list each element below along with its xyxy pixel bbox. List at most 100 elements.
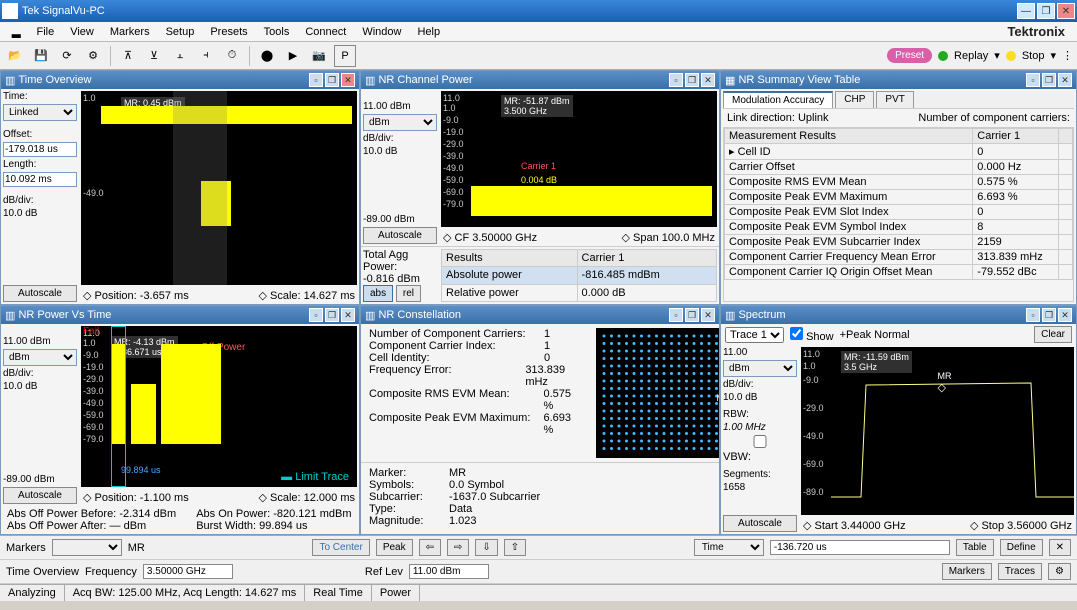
panel-close-icon[interactable]: ✕ <box>701 308 715 322</box>
time-select[interactable]: Linked <box>3 104 77 121</box>
table-row[interactable]: Composite RMS EVM Mean0.575 % <box>725 175 1073 190</box>
table-row[interactable]: ▸ Cell ID0 <box>725 144 1073 160</box>
reflev-input[interactable] <box>409 564 489 579</box>
tool-record-icon[interactable]: ⬤ <box>256 45 278 67</box>
menu-setup[interactable]: Setup <box>160 24 201 40</box>
frequency-input[interactable] <box>143 564 233 579</box>
panel-maximize-icon[interactable]: ❐ <box>325 308 339 322</box>
tab-chp[interactable]: CHP <box>835 91 874 108</box>
table-row[interactable]: Composite Peak EVM Maximum6.693 % <box>725 190 1073 205</box>
domain-select[interactable]: Time <box>694 539 764 556</box>
tool-play-icon[interactable]: ▶ <box>282 45 304 67</box>
open-icon[interactable]: 📂 <box>4 45 26 67</box>
refresh-icon[interactable]: ⟳ <box>56 45 78 67</box>
tool-trigger-icon[interactable]: ⏱ <box>221 45 243 67</box>
trace-select[interactable]: Trace 1 <box>725 327 784 343</box>
panel-close-icon[interactable]: ✕ <box>701 73 715 87</box>
panel-settings-icon[interactable]: ▫ <box>1026 73 1040 87</box>
table-row[interactable]: Composite Peak EVM Slot Index0 <box>725 205 1073 220</box>
y-top: 11.00 dBm <box>363 101 437 112</box>
save-icon[interactable]: 💾 <box>30 45 52 67</box>
autoscale-button[interactable]: Autoscale <box>3 487 77 504</box>
peak-up-button[interactable]: ⇧ <box>504 539 526 556</box>
close-bar-button[interactable]: ✕ <box>1049 539 1071 556</box>
menu-connect[interactable]: Connect <box>299 24 352 40</box>
peak-right-button[interactable]: ⇨ <box>447 539 469 556</box>
tool-span-icon[interactable]: ⫞ <box>195 45 217 67</box>
autoscale-button[interactable]: Autoscale <box>363 227 437 244</box>
panel-settings-icon[interactable]: ▫ <box>669 308 683 322</box>
panel-settings-icon[interactable]: ▫ <box>309 73 323 87</box>
stop-label[interactable]: Stop <box>1022 50 1045 62</box>
traces-button[interactable]: Traces <box>998 563 1042 580</box>
more-icon[interactable]: ⋮ <box>1062 49 1073 62</box>
panel-close-icon[interactable]: ✕ <box>1058 308 1072 322</box>
length-input[interactable] <box>3 172 77 187</box>
panel-maximize-icon[interactable]: ❐ <box>325 73 339 87</box>
table-row[interactable]: Composite Peak EVM Subcarrier Index2159 <box>725 235 1073 250</box>
marker-time-input[interactable] <box>770 540 950 555</box>
menu-file[interactable]: File <box>30 24 60 40</box>
unit-select[interactable]: dBm <box>363 114 437 131</box>
peak-left-button[interactable]: ⇦ <box>419 539 441 556</box>
markers-select[interactable] <box>52 539 122 556</box>
markers-button[interactable]: Markers <box>942 563 992 580</box>
menu-view[interactable]: View <box>64 24 100 40</box>
define-button[interactable]: Define <box>1000 539 1043 556</box>
panel-maximize-icon[interactable]: ❐ <box>685 73 699 87</box>
menu-presets[interactable]: Presets <box>204 24 253 40</box>
constellation-plot[interactable]: MR ▶ <box>596 328 719 458</box>
menu-markers[interactable]: Markers <box>104 24 156 40</box>
tool-amp-icon[interactable]: ⫠ <box>169 45 191 67</box>
spectrum-plot[interactable]: 11.0 1.0 -9.0 -29.0 -49.0 -69.0 -89.0 MR… <box>801 347 1074 515</box>
rel-button[interactable]: rel <box>396 285 421 302</box>
offset-input[interactable] <box>3 142 77 157</box>
panel-close-icon[interactable]: ✕ <box>341 73 355 87</box>
tool-marker-icon[interactable]: ⊼ <box>117 45 139 67</box>
panel-maximize-icon[interactable]: ❐ <box>685 308 699 322</box>
panel-close-icon[interactable]: ✕ <box>341 308 355 322</box>
autoscale-button[interactable]: Autoscale <box>3 285 77 302</box>
table-button[interactable]: Table <box>956 539 994 556</box>
table-row[interactable]: Component Carrier Frequency Mean Error31… <box>725 250 1073 265</box>
minimize-button[interactable]: — <box>1017 3 1035 19</box>
settings-gear-button[interactable]: ⚙ <box>1048 563 1071 580</box>
menu-tools[interactable]: Tools <box>258 24 296 40</box>
peak-button[interactable]: Peak <box>376 539 413 556</box>
show-checkbox[interactable] <box>790 327 803 340</box>
table-row[interactable]: Component Carrier IQ Origin Offset Mean-… <box>725 265 1073 280</box>
clear-button[interactable]: Clear <box>1034 326 1072 343</box>
tool-camera-icon[interactable]: 📷 <box>308 45 330 67</box>
chp-plot[interactable]: 11.0 1.0 -9.0 -19.0 -29.0 -39.0 -49.0 -5… <box>441 91 717 227</box>
panel-settings-icon[interactable]: ▫ <box>1026 308 1040 322</box>
menu-window[interactable]: Window <box>356 24 407 40</box>
vbw-checkbox[interactable] <box>723 435 797 448</box>
table-row[interactable]: Composite Peak EVM Symbol Index8 <box>725 220 1073 235</box>
tool-preset-icon[interactable]: P <box>334 45 356 67</box>
panel-settings-icon[interactable]: ▫ <box>309 308 323 322</box>
abs-button[interactable]: abs <box>363 285 393 302</box>
unit-select[interactable]: dBm <box>3 349 77 366</box>
preset-button[interactable]: Preset <box>887 48 932 63</box>
panel-maximize-icon[interactable]: ❐ <box>1042 308 1056 322</box>
maximize-button[interactable]: ❐ <box>1037 3 1055 19</box>
panel-close-icon[interactable]: ✕ <box>1058 73 1072 87</box>
settings-icon[interactable]: ⚙ <box>82 45 104 67</box>
autoscale-button[interactable]: Autoscale <box>723 515 797 532</box>
time-overview-plot[interactable]: 1.0 -49.0 MR: 0.45 dBm -136.693 us <box>81 91 357 285</box>
panel-maximize-icon[interactable]: ❐ <box>1042 73 1056 87</box>
unit-select[interactable]: dBm <box>723 360 797 377</box>
tab-modulation[interactable]: Modulation Accuracy <box>723 91 833 108</box>
app-menu-icon[interactable]: ▂ <box>6 23 26 40</box>
replay-label[interactable]: Replay <box>954 50 988 62</box>
table-row[interactable]: Carrier Offset0.000 Hz <box>725 160 1073 175</box>
close-button[interactable]: ✕ <box>1057 3 1075 19</box>
analysis-region[interactable] <box>173 91 227 285</box>
pvt-plot[interactable]: 11.0 1.0 -9.0 -19.0 -29.0 -39.0 -49.0 -5… <box>81 326 357 487</box>
tool-freq-icon[interactable]: ⊻ <box>143 45 165 67</box>
tab-pvt[interactable]: PVT <box>876 91 913 108</box>
peak-down-button[interactable]: ⇩ <box>475 539 497 556</box>
menu-help[interactable]: Help <box>411 24 446 40</box>
to-center-button[interactable]: To Center <box>312 539 369 556</box>
panel-settings-icon[interactable]: ▫ <box>669 73 683 87</box>
